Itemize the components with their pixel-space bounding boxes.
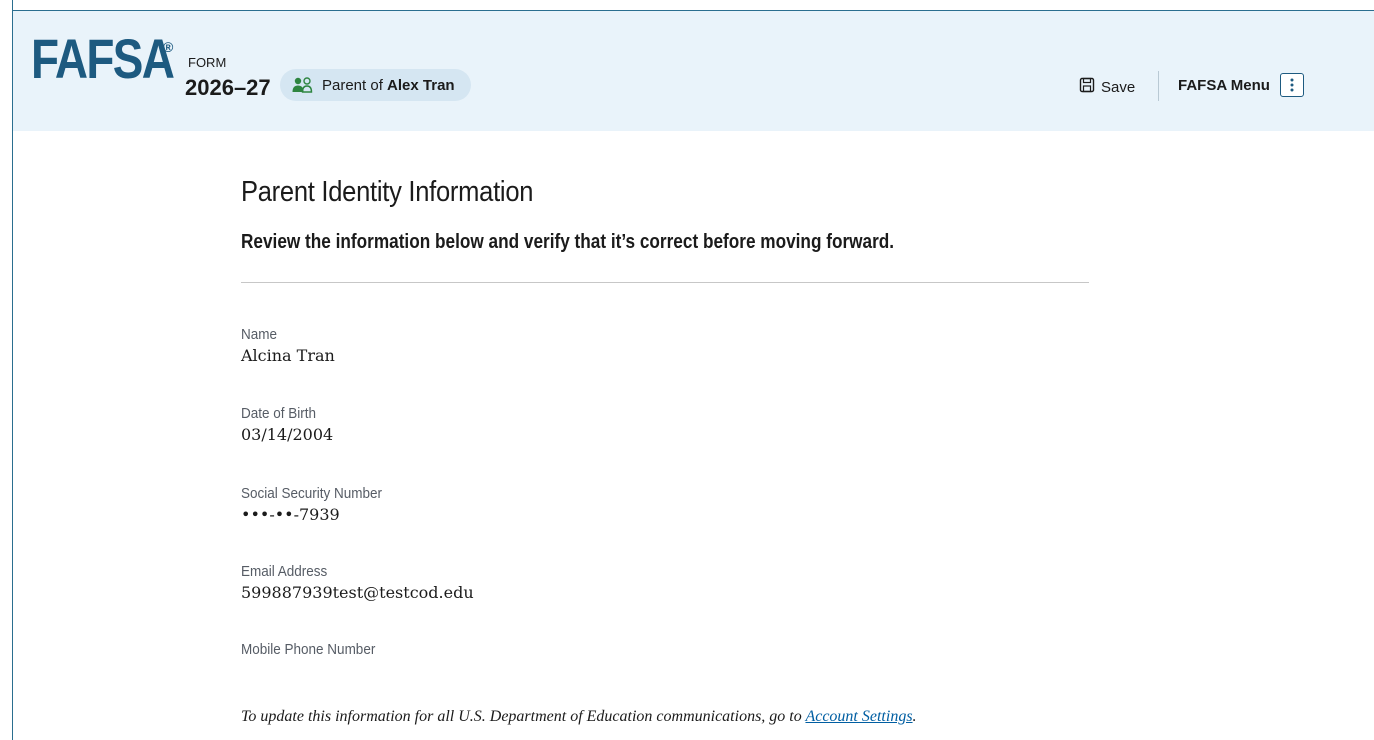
field-value: 599887939test@testcod.edu [241,583,474,602]
form-label: FORM [188,55,227,70]
note-text: To update this information for all U.S. … [241,708,806,725]
nav-divider [1158,71,1159,101]
section-divider [241,282,1089,283]
registered-mark: ® [163,39,174,55]
field-label: Email Address [241,563,328,580]
people-icon [292,77,314,93]
save-button[interactable]: Save [1079,77,1135,97]
field-email: Email Address 599887939test@testcod.edu [241,563,474,602]
fafsa-logo[interactable]: FAFSA [31,31,175,87]
field-label: Social Security Number [241,485,383,502]
note-suffix: . [912,708,917,725]
save-label: Save [1101,78,1136,96]
role-text: Parent of Alex Tran [322,77,455,94]
field-name: Name Alcina Tran [241,326,335,365]
form-year: 2026–27 [185,75,271,100]
field-label: Name [241,326,278,343]
role-prefix: Parent of [322,76,383,94]
account-settings-link[interactable]: Account Settings [805,708,912,725]
field-value: 03/14/2004 [241,425,334,444]
field-label: Date of Birth [241,405,317,422]
fafsa-menu-button[interactable]: FAFSA Menu [1178,73,1304,97]
field-value: •••-••-7939 [241,505,340,524]
field-ssn: Social Security Number •••-••-7939 [241,485,398,524]
kebab-vertical-icon [1279,73,1304,97]
page-subtitle: Review the information below and verify … [241,231,895,253]
field-date-of-birth: Date of Birth 03/14/2004 [241,405,333,444]
field-mobile-phone: Mobile Phone Number [241,641,390,661]
role-name: Alex Tran [387,76,455,94]
site-header: FAFSA ® FORM 2026–27 Parent of Alex Tran… [13,10,1374,131]
field-value: Alcina Tran [241,346,335,365]
role-badge: Parent of Alex Tran [280,69,471,101]
field-label: Mobile Phone Number [241,641,376,658]
account-settings-note: To update this information for all U.S. … [241,708,917,726]
main-content: Parent Identity Information Review the i… [241,176,1089,725]
fafsa-menu-label: FAFSA Menu [1178,76,1270,94]
floppy-disk-icon [1079,77,1095,97]
page-title: Parent Identity Information [241,176,534,208]
